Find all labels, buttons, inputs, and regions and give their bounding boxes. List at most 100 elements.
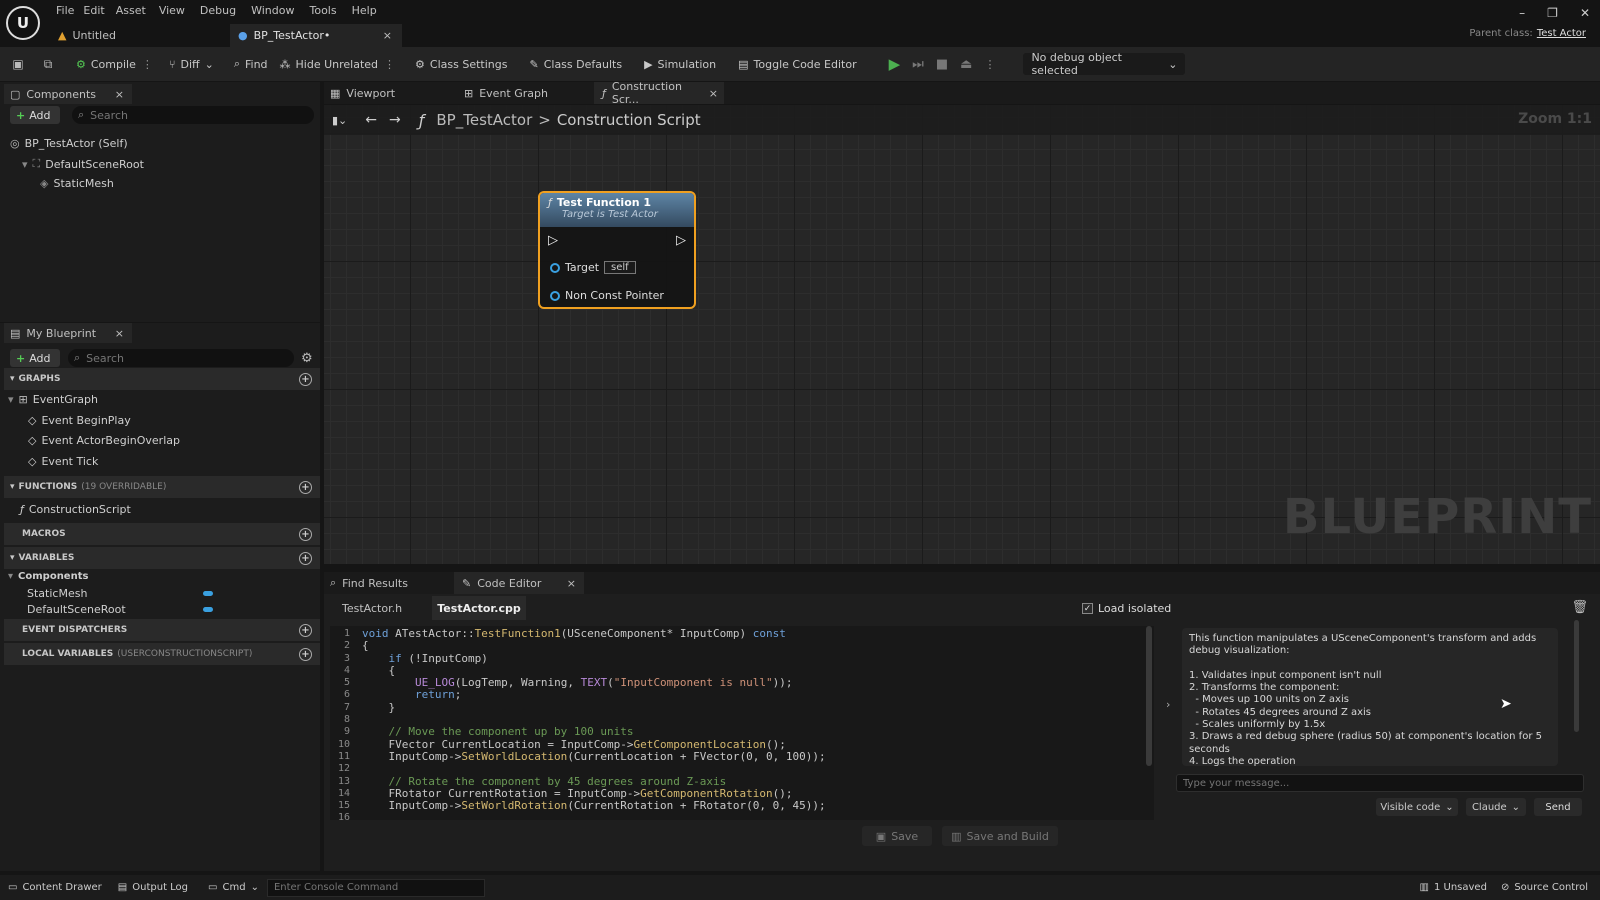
tree-item-default-scene-root[interactable]: ▾ ⛶ DefaultSceneRoot xyxy=(22,157,144,171)
forward-arrow-icon[interactable]: → xyxy=(389,112,401,128)
menu-debug[interactable]: Debug xyxy=(200,4,251,17)
chat-scrollbar[interactable] xyxy=(1574,620,1579,732)
console-input[interactable] xyxy=(266,878,485,897)
add-function-icon[interactable]: + xyxy=(299,480,312,494)
my-blueprint-search[interactable]: ⌕ xyxy=(68,349,294,367)
unsaved-button[interactable]: ▥ 1 Unsaved xyxy=(1420,882,1487,893)
tab-code-editor[interactable]: ✎ Code Editor × xyxy=(454,572,584,594)
menu-edit[interactable]: Edit xyxy=(83,4,115,17)
tab-find-results[interactable]: ⌕ Find Results xyxy=(330,574,408,592)
test-function-node[interactable]: ƒ Test Function 1 Target is Test Actor ▷ … xyxy=(538,191,696,309)
simulation-button[interactable]: ▶ Simulation xyxy=(638,47,722,81)
class-defaults-button[interactable]: ✎ Class Defaults xyxy=(523,47,628,81)
tab-construction-script[interactable]: ƒ Construction Scr... × xyxy=(594,80,724,106)
doc-tab-bp-testactor[interactable]: ● BP_TestActor• × xyxy=(230,24,402,47)
back-arrow-icon[interactable]: ← xyxy=(365,112,377,128)
parent-class-link[interactable]: Test Actor xyxy=(1537,28,1586,39)
graph-canvas[interactable]: ▮⌄ ← → ƒ BP_TestActor > Construction Scr… xyxy=(324,105,1600,564)
step-icon[interactable]: ⏭ xyxy=(912,57,924,72)
toggle-code-editor-button[interactable]: ▤ Toggle Code Editor xyxy=(732,47,862,81)
hide-unrelated-button[interactable]: ⁂ Hide Unrelated xyxy=(274,47,385,81)
close-tab-icon[interactable]: × xyxy=(383,29,392,42)
components-add-button[interactable]: + Add xyxy=(10,106,60,124)
add-variable-icon[interactable]: + xyxy=(299,551,312,565)
model-select[interactable]: Claude ⌄ xyxy=(1466,798,1526,816)
components-search-input[interactable] xyxy=(90,108,291,122)
tree-item-event-beginplay[interactable]: ◇ Event BeginPlay xyxy=(28,414,131,427)
bookmark-icon[interactable]: ▮⌄ xyxy=(332,114,347,127)
save-and-build-button[interactable]: ▥ Save and Build xyxy=(942,826,1058,846)
code-area[interactable]: 1234567891011121314151617 void ATestActo… xyxy=(330,626,1154,820)
save-button[interactable]: ▣ Save xyxy=(862,826,932,846)
exec-out-pin-icon[interactable]: ▷ xyxy=(676,233,686,248)
tab-event-graph[interactable]: ⊞ Event Graph xyxy=(464,84,548,102)
tree-item-event-tick[interactable]: ◇ Event Tick xyxy=(28,455,98,468)
pin-default-value[interactable]: self xyxy=(604,261,636,274)
close-tab-icon[interactable]: × xyxy=(709,87,718,100)
trash-icon[interactable]: 🗑 xyxy=(1571,600,1588,615)
compile-options-icon[interactable]: ⋮ xyxy=(142,58,153,71)
browse-icon[interactable]: ⧉ xyxy=(40,56,56,72)
add-graph-icon[interactable]: + xyxy=(299,372,312,386)
load-isolated-checkbox[interactable]: ✓ Load isolated xyxy=(1082,602,1171,615)
menu-tools[interactable]: Tools xyxy=(309,4,351,17)
close-tab-icon[interactable]: × xyxy=(115,327,124,340)
output-log-button[interactable]: ▤ Output Log xyxy=(118,882,188,893)
macros-section-header[interactable]: MACROS + xyxy=(4,523,320,545)
play-options-icon[interactable]: ⋮ xyxy=(984,58,995,71)
components-tab[interactable]: ▢ Components × xyxy=(4,84,132,104)
find-button[interactable]: ⌕ Find xyxy=(228,47,274,81)
content-drawer-button[interactable]: ▭ Content Drawer xyxy=(8,882,102,893)
chevron-down-icon[interactable]: ▾ xyxy=(8,393,14,406)
source-control-button[interactable]: ⊘ Source Control xyxy=(1501,882,1588,893)
my-blueprint-add-button[interactable]: + Add xyxy=(10,349,60,367)
minimize-icon[interactable]: – xyxy=(1519,6,1525,20)
tree-item-var-defaultsceneroot[interactable]: DefaultSceneRoot xyxy=(27,603,213,616)
tree-item-self[interactable]: ◎ BP_TestActor (Self) xyxy=(10,137,128,150)
eject-icon[interactable]: ⏏ xyxy=(960,57,972,72)
doc-tab-untitled[interactable]: ▲ Untitled xyxy=(58,24,228,46)
code-tab-cpp[interactable]: TestActor.cpp xyxy=(432,596,526,620)
add-dispatcher-icon[interactable]: + xyxy=(299,623,312,637)
tree-item-construction-script[interactable]: ƒ ConstructionScript xyxy=(20,503,131,516)
chat-input[interactable] xyxy=(1176,774,1584,792)
exec-in-pin-icon[interactable]: ▷ xyxy=(548,233,558,248)
debug-object-select[interactable]: No debug object selected ⌄ xyxy=(1023,51,1186,77)
chevron-down-icon[interactable]: ▾ xyxy=(22,158,28,171)
tree-item-var-staticmesh[interactable]: StaticMesh xyxy=(27,587,213,600)
collapse-chat-icon[interactable]: › xyxy=(1166,698,1170,711)
non-const-pointer-pin[interactable]: Non Const Pointer xyxy=(550,289,664,302)
graphs-section-header[interactable]: ▾ GRAPHS + xyxy=(4,368,320,390)
more-options-icon[interactable]: ⋮ xyxy=(384,58,395,71)
tree-item-event-graph[interactable]: ▾ ⊞ EventGraph xyxy=(8,393,98,406)
target-pin[interactable]: Target self xyxy=(550,261,636,274)
code-scrollbar[interactable] xyxy=(1146,626,1152,766)
code-tab-header[interactable]: TestActor.h xyxy=(342,602,402,615)
class-settings-button[interactable]: ⚙ Class Settings xyxy=(409,47,513,81)
menu-view[interactable]: View xyxy=(159,4,200,17)
add-local-variable-icon[interactable]: + xyxy=(299,647,312,661)
tree-item-static-mesh[interactable]: ◈ StaticMesh xyxy=(40,177,114,190)
settings-gear-icon[interactable]: ⚙ xyxy=(301,351,313,366)
close-tab-icon[interactable]: × xyxy=(567,577,576,590)
restore-icon[interactable]: ❐ xyxy=(1547,6,1558,20)
local-variables-section-header[interactable]: LOCAL VARIABLES (USERCONSTRUCTIONSCRIPT) + xyxy=(4,643,320,665)
visible-code-select[interactable]: Visible code ⌄ xyxy=(1376,798,1458,816)
tree-item-event-actorbeginoverlap[interactable]: ◇ Event ActorBeginOverlap xyxy=(28,434,180,447)
stop-icon[interactable]: ■ xyxy=(936,57,948,72)
variables-section-header[interactable]: ▾ VARIABLES + xyxy=(4,547,320,569)
tree-item-components-group[interactable]: ▾ Components xyxy=(8,571,88,582)
chevron-down-icon[interactable]: ▾ xyxy=(8,571,13,582)
my-blueprint-search-input[interactable] xyxy=(86,351,277,365)
components-search[interactable]: ⌕ xyxy=(72,106,314,124)
tab-viewport[interactable]: ▦ Viewport xyxy=(330,84,395,102)
functions-section-header[interactable]: ▾ FUNCTIONS (19 OVERRIDABLE) + xyxy=(4,476,320,498)
add-macro-icon[interactable]: + xyxy=(299,527,312,541)
play-icon[interactable]: ▶ xyxy=(889,55,901,73)
menu-help[interactable]: Help xyxy=(352,4,377,17)
send-button[interactable]: Send xyxy=(1534,798,1582,816)
close-tab-icon[interactable]: × xyxy=(115,88,124,101)
save-icon[interactable]: ▣ xyxy=(10,56,26,72)
my-blueprint-tab[interactable]: ▤ My Blueprint × xyxy=(4,323,132,343)
unreal-logo-icon[interactable]: U xyxy=(6,6,40,40)
